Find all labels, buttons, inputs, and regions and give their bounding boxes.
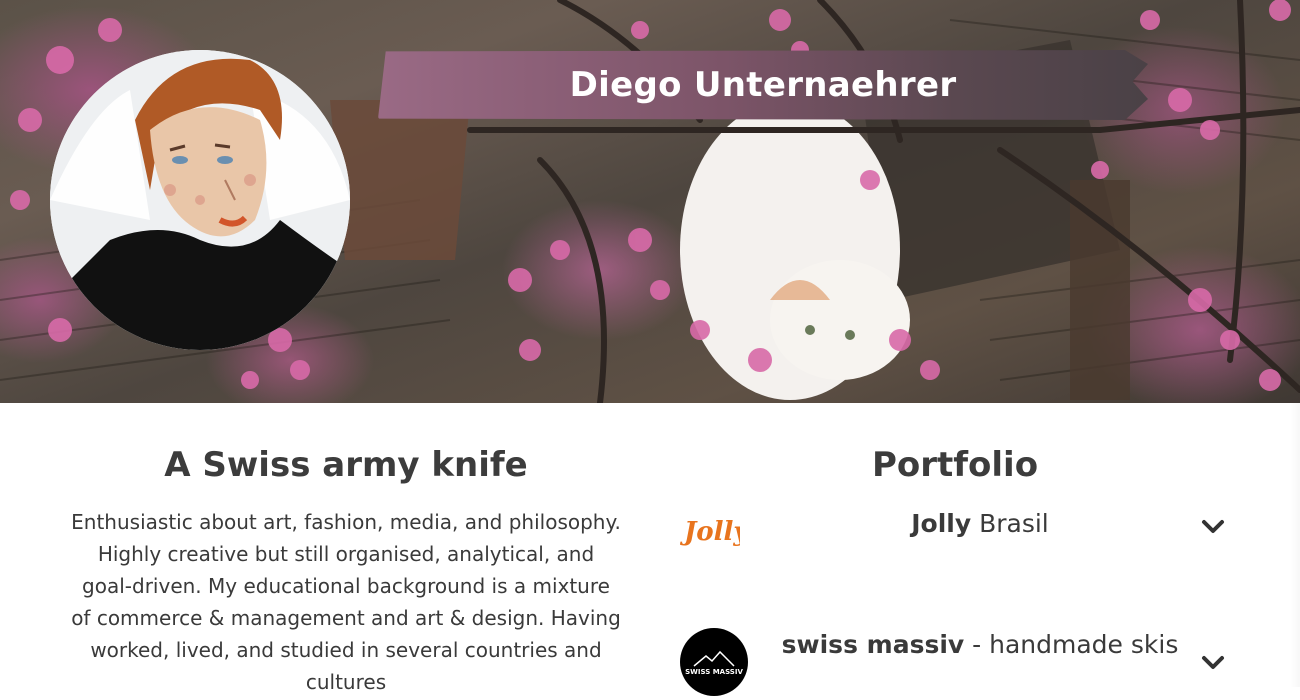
portfolio-brand: Jolly bbox=[911, 509, 972, 538]
jolly-logo-icon: Jolly bbox=[679, 510, 750, 550]
swiss-massiv-logo-icon: SWISS MASSIV bbox=[680, 628, 748, 696]
portfolio-section: Portfolio Jolly Jolly Brasil SWISS MASSI… bbox=[670, 440, 1240, 696]
about-text: Enthusiastic about art, fashion, media, … bbox=[71, 510, 621, 694]
profile-avatar bbox=[50, 50, 350, 350]
portfolio-item-jolly[interactable]: Jolly Jolly Brasil bbox=[670, 502, 1240, 562]
site-title: Diego Unternaehrer bbox=[569, 65, 957, 105]
page-edge bbox=[1290, 403, 1300, 687]
chevron-down-icon[interactable] bbox=[1200, 514, 1226, 544]
name-banner: Diego Unternaehrer bbox=[378, 50, 1148, 120]
about-section: A Swiss army knife Enthusiastic about ar… bbox=[70, 440, 622, 698]
jolly-logo-text: Jolly bbox=[680, 517, 740, 547]
about-heading: A Swiss army knife bbox=[164, 445, 528, 485]
portfolio-subtitle: Brasil bbox=[971, 509, 1049, 538]
portfolio-item-title: Jolly Brasil bbox=[770, 509, 1190, 539]
portfolio-item-swiss-massiv[interactable]: SWISS MASSIV swiss massiv - handmade ski… bbox=[670, 628, 1240, 698]
portfolio-item-title: swiss massiv - handmade skis bbox=[770, 630, 1190, 660]
portrait-painting bbox=[50, 50, 350, 350]
portfolio-subtitle: - handmade skis bbox=[964, 630, 1179, 659]
swiss-massiv-logo-text: SWISS MASSIV bbox=[685, 668, 743, 676]
hero-banner: Diego Unternaehrer bbox=[0, 0, 1300, 403]
portfolio-heading: Portfolio bbox=[871, 445, 1039, 485]
portfolio-brand: swiss massiv bbox=[781, 630, 965, 659]
chevron-down-icon[interactable] bbox=[1200, 650, 1226, 680]
